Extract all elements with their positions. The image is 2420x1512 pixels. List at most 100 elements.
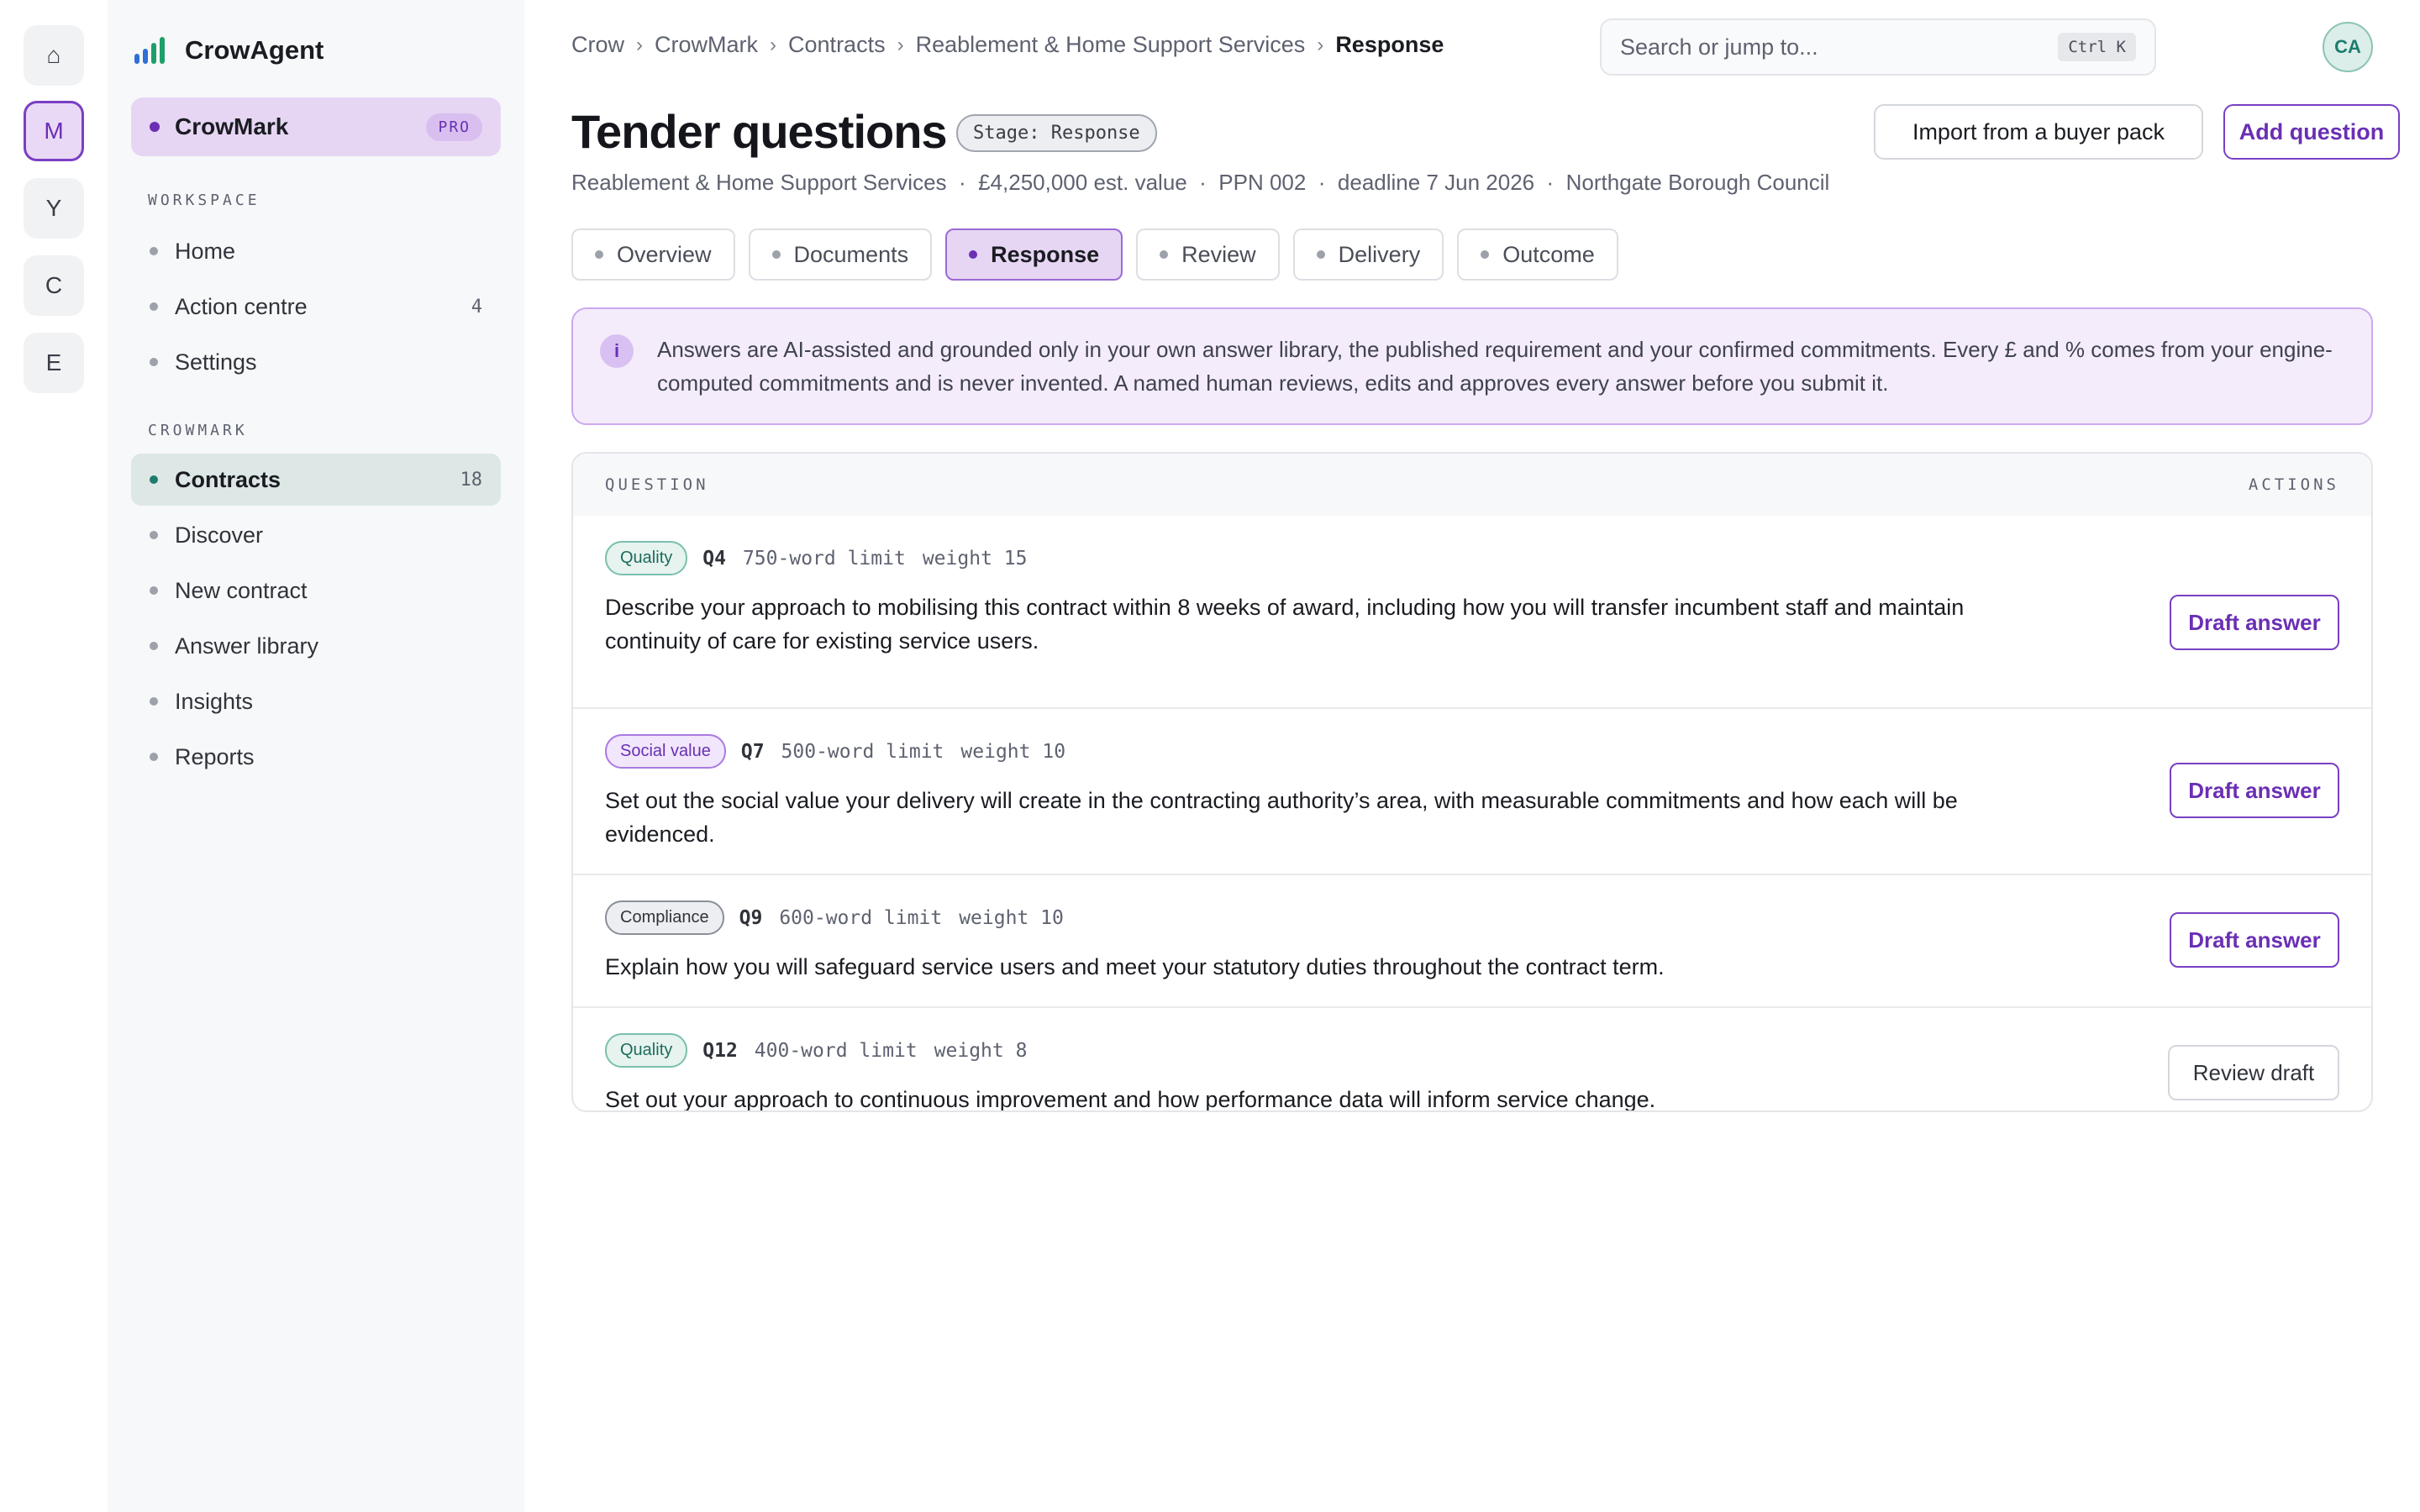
word-limit: 750-word limit bbox=[742, 547, 906, 570]
table-row: Compliance Q9 600-word limit weight 10 E… bbox=[573, 874, 2371, 1006]
search-shortcut-hint: Ctrl K bbox=[2058, 33, 2136, 61]
question-weight: weight 10 bbox=[959, 906, 1064, 929]
question-text: Set out the social value your delivery w… bbox=[605, 788, 1958, 847]
rail-workspace-y-button[interactable]: Y bbox=[24, 178, 84, 239]
stage-tabs: Overview Documents Response Review Deliv… bbox=[571, 228, 1632, 281]
draft-answer-button[interactable]: Draft answer bbox=[2170, 763, 2339, 818]
sidebar-item-count: 4 bbox=[471, 296, 482, 318]
sidebar-item-label: Home bbox=[175, 238, 236, 264]
rail-home-button[interactable]: ⌂ bbox=[24, 25, 84, 86]
search-input[interactable] bbox=[1620, 34, 2059, 60]
table-row: Social value Q7 500-word limit weight 10… bbox=[573, 707, 2371, 874]
bullet-icon bbox=[150, 302, 158, 311]
question-number: Q4 bbox=[702, 547, 726, 570]
column-header-question: QUESTION bbox=[605, 475, 709, 494]
sidebar-item-action-centre[interactable]: Action centre 4 bbox=[131, 281, 501, 333]
rail-workspace-e-button[interactable]: E bbox=[24, 333, 84, 393]
sidebar-item-discover[interactable]: Discover bbox=[131, 509, 501, 561]
org-dot-icon bbox=[150, 122, 160, 132]
chevron-right-icon: › bbox=[636, 33, 644, 56]
bullet-icon bbox=[1481, 250, 1490, 259]
tab-review[interactable]: Review bbox=[1136, 228, 1280, 281]
breadcrumb-crow[interactable]: Crow bbox=[571, 32, 624, 58]
column-header-actions: ACTIONS bbox=[2248, 475, 2339, 494]
bullet-icon bbox=[150, 586, 158, 595]
table-header: QUESTION ACTIONS bbox=[573, 454, 2371, 516]
questions-table: QUESTION ACTIONS Quality Q4 750-word lim… bbox=[571, 452, 2373, 1112]
import-buyer-pack-button[interactable]: Import from a buyer pack bbox=[1874, 104, 2203, 160]
sidebar: CrowAgent CrowMark PRO WORKSPACE Home Ac… bbox=[108, 0, 524, 1512]
word-limit: 500-word limit bbox=[781, 740, 944, 763]
sidebar-item-contracts[interactable]: Contracts 18 bbox=[131, 454, 501, 506]
section-label-crowmark: CROWMARK bbox=[148, 422, 248, 439]
question-weight: weight 8 bbox=[934, 1039, 1028, 1062]
sidebar-item-new-contract[interactable]: New contract bbox=[131, 564, 501, 617]
rail-workspace-m-button[interactable]: M bbox=[24, 101, 84, 161]
question-weight: weight 10 bbox=[960, 740, 1066, 763]
tab-response[interactable]: Response bbox=[945, 228, 1123, 281]
breadcrumb: Crow › CrowMark › Contracts › Reablement… bbox=[571, 32, 1444, 58]
rail-workspace-c-button[interactable]: C bbox=[24, 255, 84, 316]
question-weight: weight 15 bbox=[922, 547, 1028, 570]
rail-label: M bbox=[44, 118, 64, 144]
tab-documents[interactable]: Documents bbox=[748, 228, 933, 281]
question-text: Explain how you will safeguard service u… bbox=[605, 954, 1665, 979]
word-limit: 600-word limit bbox=[779, 906, 943, 929]
tab-overview[interactable]: Overview bbox=[571, 228, 735, 281]
bullet-icon bbox=[1160, 250, 1169, 259]
stage-badge: Stage: Response bbox=[956, 114, 1157, 152]
sidebar-item-insights[interactable]: Insights bbox=[131, 675, 501, 727]
tab-delivery[interactable]: Delivery bbox=[1292, 228, 1444, 281]
tab-label: Delivery bbox=[1338, 241, 1421, 267]
sidebar-item-settings[interactable]: Settings bbox=[131, 336, 501, 388]
sidebar-item-answer-library[interactable]: Answer library bbox=[131, 620, 501, 672]
breadcrumb-current: Response bbox=[1335, 32, 1444, 57]
home-icon: ⌂ bbox=[46, 42, 61, 68]
bullet-icon bbox=[150, 697, 158, 706]
sidebar-item-reports[interactable]: Reports bbox=[131, 731, 501, 783]
tab-label: Documents bbox=[793, 241, 909, 267]
bullet-icon bbox=[595, 250, 603, 259]
breadcrumb-contract[interactable]: Reablement & Home Support Services bbox=[916, 32, 1306, 58]
draft-answer-button[interactable]: Draft answer bbox=[2170, 912, 2339, 968]
bullet-icon bbox=[150, 475, 158, 484]
avatar[interactable]: CA bbox=[2323, 22, 2373, 72]
draft-answer-button[interactable]: Draft answer bbox=[2170, 595, 2339, 650]
sidebar-item-label: Action centre bbox=[175, 293, 308, 319]
review-draft-button[interactable]: Review draft bbox=[2168, 1045, 2339, 1100]
question-number: Q7 bbox=[740, 740, 765, 763]
tab-label: Response bbox=[991, 241, 1100, 267]
sidebar-item-label: Answer library bbox=[175, 633, 319, 659]
breadcrumb-contracts[interactable]: Contracts bbox=[788, 32, 886, 58]
app-rail: ⌂ M Y C E bbox=[0, 0, 108, 1512]
plan-badge: PRO bbox=[426, 113, 482, 141]
question-number: Q9 bbox=[739, 906, 763, 929]
brand[interactable]: CrowAgent bbox=[134, 30, 324, 71]
tab-label: Review bbox=[1181, 241, 1256, 267]
bullet-icon bbox=[771, 250, 781, 259]
question-text: Describe your approach to mobilising thi… bbox=[605, 595, 1965, 654]
rail-label: E bbox=[45, 349, 62, 375]
category-tag: Quality bbox=[605, 1033, 688, 1068]
sidebar-item-label: Reports bbox=[175, 743, 255, 769]
sidebar-item-count: 18 bbox=[460, 469, 483, 491]
chevron-right-icon: › bbox=[770, 33, 777, 56]
bullet-icon bbox=[150, 247, 158, 255]
chevron-right-icon: › bbox=[1317, 33, 1324, 56]
sidebar-item-label: Settings bbox=[175, 349, 257, 375]
question-number: Q12 bbox=[702, 1039, 738, 1062]
signal-bars-icon bbox=[134, 37, 168, 64]
sidebar-item-label: Insights bbox=[175, 688, 254, 714]
table-row: Quality Q4 750-word limit weight 15 Desc… bbox=[573, 541, 2371, 707]
bullet-icon bbox=[150, 531, 158, 539]
tab-outcome[interactable]: Outcome bbox=[1457, 228, 1618, 281]
table-row: Quality Q12 400-word limit weight 8 Set … bbox=[573, 1006, 2371, 1110]
add-question-button[interactable]: Add question bbox=[2223, 104, 2400, 160]
org-name: CrowMark bbox=[175, 113, 289, 139]
sidebar-item-home[interactable]: Home bbox=[131, 225, 501, 277]
search-box[interactable]: Ctrl K bbox=[1600, 18, 2156, 76]
chevron-right-icon: › bbox=[897, 33, 904, 56]
org-switcher[interactable]: CrowMark PRO bbox=[131, 97, 501, 156]
breadcrumb-crowmark[interactable]: CrowMark bbox=[655, 32, 758, 58]
category-tag: Quality bbox=[605, 541, 688, 575]
